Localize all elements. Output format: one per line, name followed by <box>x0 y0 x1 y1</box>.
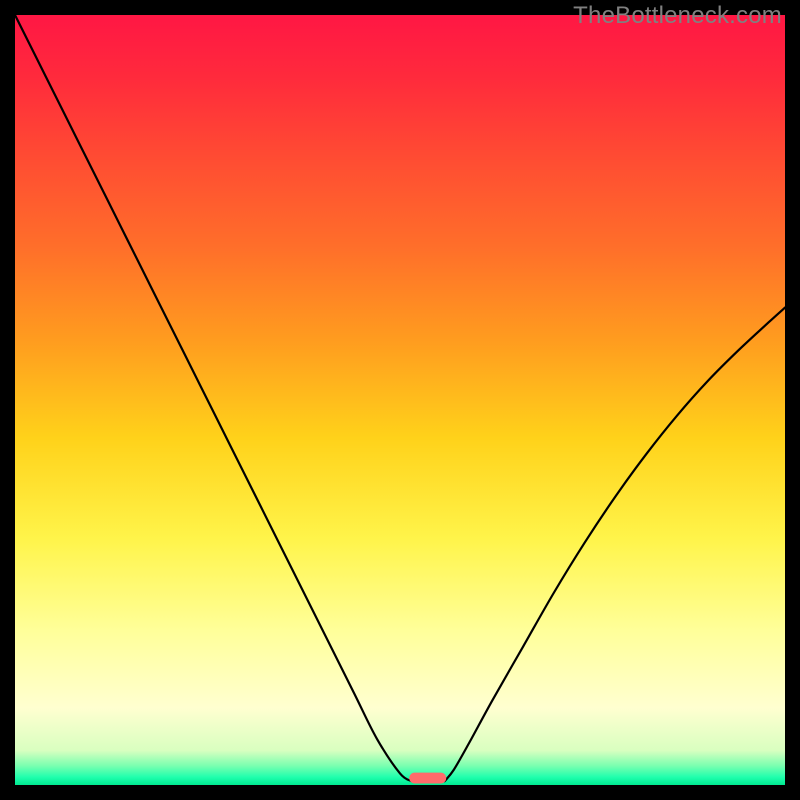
gradient-background <box>15 15 785 785</box>
bottleneck-chart <box>15 15 785 785</box>
chart-frame <box>15 15 785 785</box>
watermark-text: TheBottleneck.com <box>573 2 782 30</box>
bottleneck-marker <box>409 773 446 784</box>
